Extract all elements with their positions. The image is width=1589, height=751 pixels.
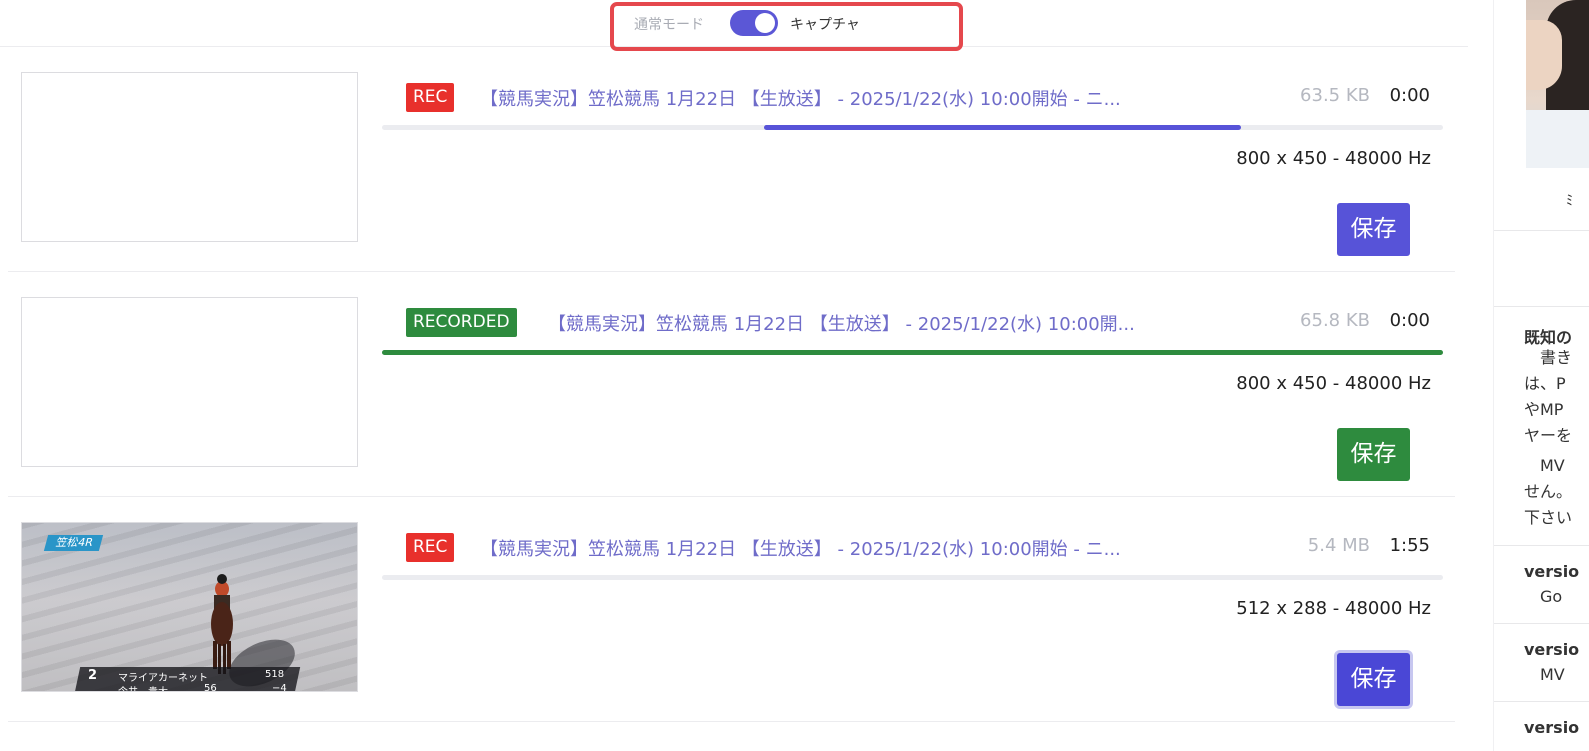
status-badge: REC bbox=[406, 533, 455, 562]
recording-row: REC 【競馬実況】笠松競馬 1月22日 【生放送】 - 2025/1/22(水… bbox=[8, 47, 1455, 272]
sidebar-text-line: ヤーを bbox=[1524, 426, 1573, 445]
race-label: 笠松4R bbox=[43, 535, 103, 551]
divider bbox=[1494, 545, 1589, 546]
capture-mode-toggle[interactable] bbox=[730, 10, 778, 36]
author-avatar bbox=[1526, 0, 1589, 168]
capture-mode-label[interactable]: キャプチャ bbox=[790, 14, 860, 34]
progress-fill bbox=[382, 350, 1443, 355]
resolution-info: 800 x 450 - 48000 Hz bbox=[1236, 148, 1431, 169]
sidebar-text-line: 書き bbox=[1524, 348, 1573, 367]
recording-row: RECORDED 【競馬実況】笠松競馬 1月22日 【生放送】 - 2025/1… bbox=[8, 272, 1455, 497]
recording-title-link[interactable]: 【競馬実況】笠松競馬 1月22日 【生放送】 - 2025/1/22(水) 10… bbox=[480, 85, 1160, 111]
duration: 0:00 bbox=[1389, 310, 1430, 331]
avatar-shirt bbox=[1526, 110, 1589, 168]
version-heading: versio bbox=[1524, 562, 1580, 581]
toggle-knob bbox=[755, 13, 775, 33]
jockey-name: 今井 貴大 bbox=[118, 683, 168, 691]
horse-name: マライアカーネット bbox=[118, 673, 208, 684]
status-badge: RECORDED bbox=[406, 308, 517, 337]
video-thumbnail[interactable] bbox=[21, 72, 358, 242]
sidebar-text-line: 下さい bbox=[1524, 508, 1573, 527]
mode-bar: 通常モード キャプチャ bbox=[0, 0, 1468, 51]
status-badge: REC bbox=[406, 83, 455, 112]
save-button[interactable]: 保存 bbox=[1337, 653, 1410, 706]
sidebar-text-line: MV bbox=[1524, 456, 1565, 475]
video-thumbnail[interactable] bbox=[21, 297, 358, 467]
save-button[interactable]: 保存 bbox=[1337, 428, 1410, 481]
divider bbox=[1494, 623, 1589, 624]
sidebar-caption: ﾐ bbox=[1566, 193, 1573, 209]
video-thumbnail[interactable]: 笠松4R 2 マライアカーネット 今井 貴大 56 518 −4 bbox=[21, 522, 358, 692]
progress-track bbox=[382, 350, 1443, 355]
recording-row: 笠松4R 2 マライアカーネット 今井 貴大 56 518 −4 REC 【競馬… bbox=[8, 497, 1455, 722]
horse-number: 2 bbox=[88, 668, 98, 683]
duration: 1:55 bbox=[1389, 535, 1430, 556]
avatar-face bbox=[1526, 20, 1562, 90]
divider bbox=[1494, 701, 1589, 702]
race-frame-image: 笠松4R 2 マライアカーネット 今井 貴大 56 518 −4 bbox=[22, 523, 357, 691]
progress-track bbox=[382, 125, 1443, 130]
sidebar-text-line: やMP bbox=[1524, 400, 1564, 419]
horse-stat-1: 518 bbox=[265, 669, 285, 680]
horse-stat-2: −4 bbox=[272, 683, 287, 692]
resolution-info: 512 x 288 - 48000 Hz bbox=[1236, 598, 1431, 619]
normal-mode-label[interactable]: 通常モード bbox=[634, 14, 704, 34]
progress-track bbox=[382, 575, 1443, 580]
right-sidebar: ﾐ 既知の 書き は、P やMP ヤーを MV せん。 下さい versio G… bbox=[1493, 0, 1589, 751]
divider bbox=[1494, 306, 1589, 307]
file-size: 5.4 MB bbox=[1307, 535, 1370, 556]
file-size: 63.5 KB bbox=[1300, 85, 1370, 106]
version-note: Go bbox=[1524, 587, 1563, 606]
resolution-info: 800 x 450 - 48000 Hz bbox=[1236, 373, 1431, 394]
divider bbox=[1494, 230, 1589, 231]
jockey-weight: 56 bbox=[204, 683, 217, 692]
version-heading: versio bbox=[1524, 718, 1580, 737]
sidebar-heading: 既知の bbox=[1524, 328, 1573, 347]
duration: 0:00 bbox=[1389, 85, 1430, 106]
sidebar-text-line: は、P bbox=[1524, 374, 1566, 393]
sidebar-text-line: せん。 bbox=[1524, 482, 1573, 501]
save-button[interactable]: 保存 bbox=[1337, 203, 1410, 256]
progress-fill bbox=[763, 125, 1242, 130]
recording-title-link[interactable]: 【競馬実況】笠松競馬 1月22日 【生放送】 - 2025/1/22(水) 10… bbox=[548, 310, 1160, 336]
recording-title-link[interactable]: 【競馬実況】笠松競馬 1月22日 【生放送】 - 2025/1/22(水) 10… bbox=[480, 535, 1160, 561]
horse-rider-image bbox=[211, 574, 233, 674]
version-note: MV bbox=[1524, 665, 1565, 684]
version-heading: versio bbox=[1524, 640, 1580, 659]
file-size: 65.8 KB bbox=[1300, 310, 1370, 331]
